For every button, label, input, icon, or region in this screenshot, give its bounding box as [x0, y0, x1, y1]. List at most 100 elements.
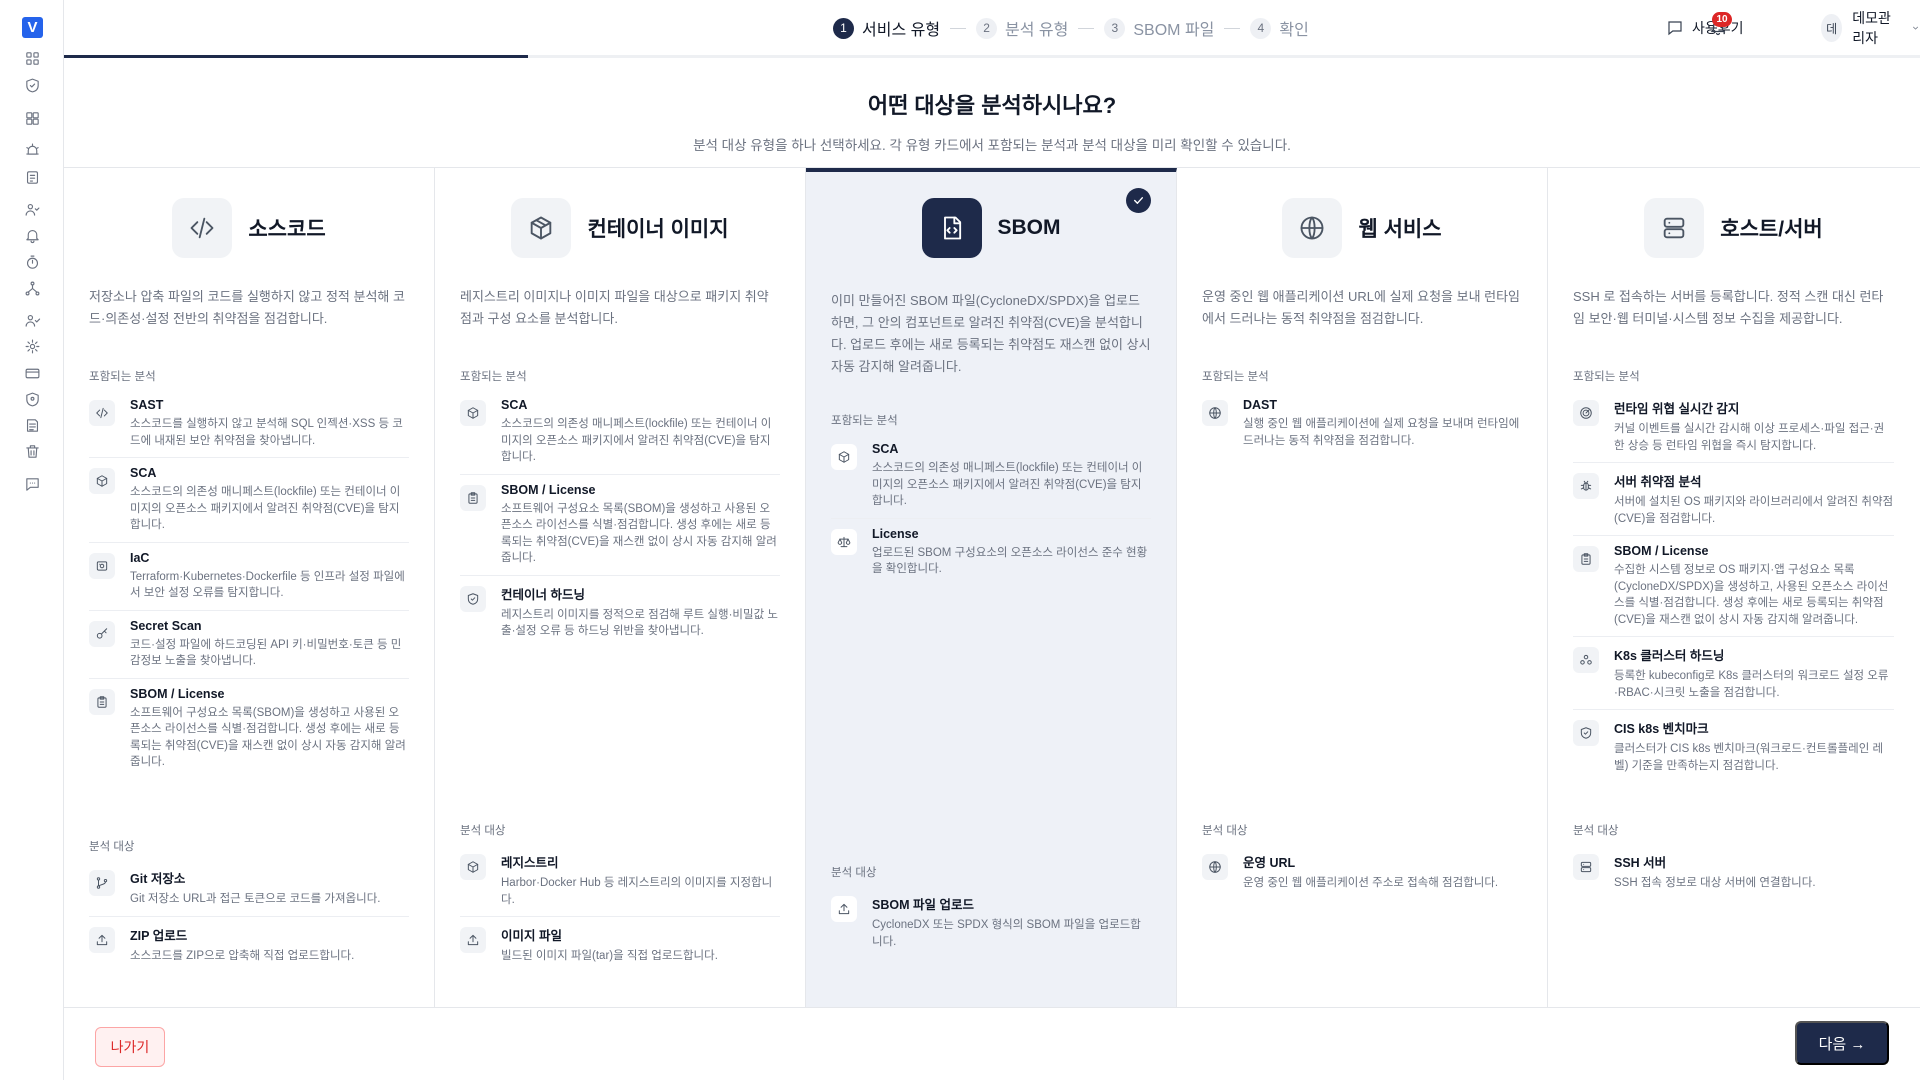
service-card-3[interactable]: SBOM 이미 만들어진 SBOM 파일(CycloneDX/SPDX)을 업로드…: [806, 168, 1177, 1008]
item-description: 레지스트리 이미지를 정적으로 점검해 루트 실행·비밀값 노출·설정 오류 등…: [501, 608, 778, 638]
analysis-item: Secret Scan 코드·설정 파일에 하드코딩된 API 키·비밀번호·토큰…: [89, 611, 409, 679]
package-icon: [467, 861, 479, 873]
item-description: 코드·설정 파일에 하드코딩된 API 키·비밀번호·토큰 등 민감정보 노출을…: [130, 638, 402, 668]
service-card-5[interactable]: 호스트/서버 SSH 로 접속하는 서버를 등록합니다. 정적 스캔 대신 런타임…: [1548, 168, 1919, 1008]
item-icon-tile: [460, 854, 486, 880]
item-icon-tile: [89, 552, 115, 579]
sidebar-item-shield[interactable]: [22, 389, 42, 409]
item-description: 커널 이벤트를 실시간 감시해 이상 프로세스·파일 접근·권한 상승 등 런타…: [1614, 423, 1885, 452]
item-title: SCA: [130, 466, 157, 480]
sidebar-item-ledger[interactable]: [22, 415, 42, 435]
user-check-icon: [25, 314, 40, 327]
item-description: 소스코드의 의존성 매니페스트(lockfile) 또는 컨테이너 이미지의 오…: [501, 418, 772, 463]
service-card-2[interactable]: 컨테이너 이미지 레지스트리 이미지나 이미지 파일을 대상으로 패키지 취약점과…: [435, 168, 806, 1008]
wizard-step-2: 2 분석 유형: [976, 16, 1068, 40]
analysis-item: 런타임 위협 실시간 감지 커널 이벤트를 실시간 감시해 이상 프로세스·파일 …: [1573, 390, 1894, 463]
item-icon-tile: [89, 468, 115, 494]
step-number: 2: [976, 17, 998, 39]
sidebar-item-grid[interactable]: [22, 108, 42, 128]
sidebar-item-shield-check[interactable]: [22, 75, 42, 95]
step-separator: [950, 27, 967, 29]
server-icon: [1580, 861, 1592, 873]
card-header: 컨테이너 이미지: [435, 198, 805, 258]
item-icon-tile: [831, 528, 857, 555]
wizard-step-4: 4 확인: [1250, 16, 1309, 40]
item-title: SBOM / License: [1614, 544, 1709, 558]
step-number: 1: [833, 17, 854, 39]
sidebar-item-user-check[interactable]: [22, 310, 42, 330]
sidebar-item-bell[interactable]: [22, 225, 42, 245]
sidebar-item-gear[interactable]: [22, 336, 42, 356]
item-description: 소스코드의 의존성 매니페스트(lockfile) 또는 컨테이너 이미지의 오…: [130, 486, 401, 531]
analysis-targets-list: Git 저장소 Git 저장소 URL과 접근 토큰으로 코드를 가져옵니다. ZI…: [89, 860, 409, 972]
item-description: 업로드된 SBOM 구성요소의 오픈소스 라이선스 준수 현황을 확인합니다.: [872, 546, 1148, 576]
step-separator: [1224, 27, 1241, 29]
shield-check-icon: [1580, 727, 1592, 739]
globe-icon: [1301, 216, 1324, 240]
item-title: ZIP 업로드: [130, 928, 188, 943]
scale-icon: [837, 536, 851, 547]
analysis-item: SCA 소스코드의 의존성 매니페스트(lockfile) 또는 컨테이너 이미지…: [460, 390, 780, 475]
sidebar-item-trash[interactable]: [22, 441, 42, 461]
service-card-1[interactable]: 소스코드 저장소나 압축 파일의 코드를 실행하지 않고 정적 분석해 코드·의존…: [64, 168, 435, 1008]
card-title: 컨테이너 이미지: [587, 218, 729, 241]
exit-button[interactable]: 나가기: [95, 1027, 165, 1067]
analysis-item: SBOM / License 소프트웨어 구성요소 목록(SBOM)을 생성하고 …: [89, 679, 409, 779]
chevron-down-icon: [1912, 26, 1918, 30]
included-analyses-label: 포함되는 분석: [460, 371, 527, 383]
next-button[interactable]: 다음 →: [1795, 1021, 1889, 1065]
analysis-item: K8s 클러스터 하드닝 등록한 kubeconfig로 K8s 클러스터의 워크…: [1573, 637, 1894, 710]
item-icon-tile: [460, 585, 486, 612]
sidebar-item-report[interactable]: [22, 167, 42, 187]
sidebar-item-users[interactable]: [22, 199, 42, 219]
item-icon-tile: [89, 926, 115, 953]
item-description: 서버에 설치된 OS 패키지와 라이브러리에서 알려진 취약점(CVE)을 점검…: [1614, 496, 1894, 525]
analysis-targets-label: 분석 대상: [460, 825, 506, 837]
page-heading: 어떤 대상을 분석하시나요? 분석 대상 유형을 하나 선택하세요. 각 유형 …: [64, 58, 1920, 168]
item-description: Git 저장소 URL과 접근 토큰으로 코드를 가져옵니다.: [130, 893, 381, 905]
key-icon: [96, 627, 108, 639]
target-item: 이미지 파일 빌드된 이미지 파일(tar)을 직접 업로드합니다.: [460, 917, 780, 973]
item-title: Git 저장소: [130, 872, 186, 886]
item-icon-tile: [1202, 400, 1228, 426]
item-title: SAST: [130, 398, 164, 412]
sidebar-item-alarm[interactable]: [22, 140, 42, 160]
code-icon: [96, 407, 108, 419]
ledger-icon: [26, 418, 38, 432]
radar-icon: [1580, 407, 1592, 419]
card-title: 호스트/서버: [1720, 218, 1823, 241]
user-menu[interactable]: 데 데모관리자: [1821, 10, 1920, 46]
dashboard-icon: [25, 51, 39, 65]
item-title: 서버 취약점 분석: [1614, 475, 1702, 489]
included-analyses-list: 런타임 위협 실시간 감지 커널 이벤트를 실시간 감시해 이상 프로세스·파일 …: [1573, 390, 1894, 782]
service-card-4[interactable]: 웹 서비스 운영 중인 웹 애플리케이션 URL에 실제 요청을 보내 런타임에서…: [1177, 168, 1548, 1008]
code-icon: [190, 217, 214, 239]
item-description: 수집한 시스템 정보로 OS 패키지·앱 구성요소 목록(CycloneDX/S…: [1614, 564, 1889, 626]
item-title: SCA: [872, 442, 899, 456]
wizard-step-3: 3 SBOM 파일: [1104, 16, 1214, 40]
user-name: 데모관리자: [1852, 10, 1891, 46]
timer-icon: [26, 255, 38, 269]
target-item: 레지스트리 Harbor·Docker Hub 등 레지스트리의 이미지를 지정합…: [460, 844, 780, 917]
sidebar-item-dashboard[interactable]: [22, 48, 42, 68]
step-label: 확인: [1279, 22, 1309, 39]
sidebar-item-timer[interactable]: [22, 252, 42, 272]
app-logo[interactable]: V: [22, 17, 43, 38]
sidebar-item-card[interactable]: [22, 363, 42, 383]
shield-check-icon: [467, 592, 479, 605]
item-icon-tile: [460, 484, 486, 511]
sidebar-item-chat[interactable]: [22, 474, 42, 494]
analysis-targets-list: SSH 서버 SSH 접속 정보로 대상 서버에 연결합니다.: [1573, 844, 1894, 900]
card-description: 운영 중인 웹 애플리케이션 URL에 실제 요청을 보내 런타임에서 드러나는…: [1202, 289, 1521, 326]
item-description: CycloneDX 또는 SPDX 형식의 SBOM 파일을 업로드합니다.: [872, 919, 1141, 948]
item-icon-tile: [89, 688, 115, 715]
item-description: 소스코드를 실행하지 않고 분석해 SQL 인젝션·XSS 등 코드에 내재된 …: [130, 418, 403, 447]
step-label: 서비스 유형: [862, 22, 941, 39]
card-icon-tile: [1644, 198, 1705, 258]
item-description: 실행 중인 웹 애플리케이션에 실제 요청을 보내며 런타임에 드러나는 동적 …: [1243, 418, 1520, 447]
service-type-cards: 소스코드 저장소나 압축 파일의 코드를 실행하지 않고 정적 분석해 코드·의존…: [64, 168, 1920, 1008]
analysis-item: IaC Terraform·Kubernetes·Dockerfile 등 인프라…: [89, 543, 409, 611]
analysis-item: 컨테이너 하드닝 레지스트리 이미지를 정적으로 점검해 루트 실행·비밀값 노출…: [460, 576, 780, 648]
clipboard-icon: [468, 491, 478, 504]
sidebar-item-network[interactable]: [22, 278, 42, 298]
